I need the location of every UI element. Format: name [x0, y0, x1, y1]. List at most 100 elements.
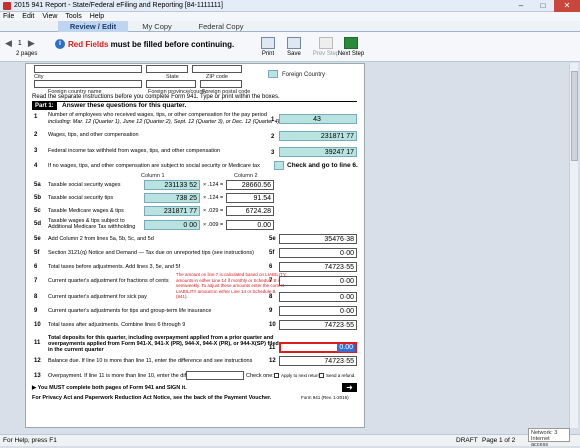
close-button[interactable]: ✕: [554, 0, 580, 12]
minimize-button[interactable]: –: [510, 0, 532, 12]
box-number: 9: [269, 308, 273, 314]
line-8-field[interactable]: 0·00: [279, 292, 357, 302]
line-5d-col1[interactable]: 0 00: [144, 220, 200, 230]
next-step-button[interactable]: Next Step: [337, 37, 365, 57]
foreign-province-field[interactable]: [146, 80, 196, 88]
line-5a-text: Taxable social security wages: [48, 182, 121, 188]
box-number: 10: [269, 322, 276, 328]
help-hint: For Help, press F1: [3, 437, 57, 444]
tab-my-copy[interactable]: My Copy: [128, 21, 186, 32]
line-number: 1: [34, 114, 38, 120]
tab-federal-copy[interactable]: Federal Copy: [186, 21, 256, 32]
page-number[interactable]: 1: [18, 40, 22, 47]
line-2-field[interactable]: 231871 77: [279, 131, 357, 141]
form-revision: Form 941 (Rev. 1-2015): [301, 395, 349, 400]
print-label: Print: [261, 51, 275, 57]
next-step-label: Next Step: [337, 51, 365, 57]
line-8-text: Current quarter's adjustment for sick pa…: [48, 294, 147, 300]
line-12-field: 74723·55: [279, 356, 357, 366]
pages-count: 2 pages: [16, 51, 38, 57]
line-6-field: 74723·55: [279, 262, 357, 272]
network-zone: Internet access: [531, 436, 550, 448]
status-bar: For Help, press F1 DRAFT Page 1 of 2: [0, 434, 580, 446]
line-5c-col2: 6724.28: [226, 206, 274, 216]
line-4-checkbox[interactable]: [274, 161, 284, 170]
foreign-country-field[interactable]: [34, 80, 142, 88]
line-13-field[interactable]: [186, 371, 244, 380]
line-number: 5e: [34, 236, 41, 242]
line-2-text: Wages, tips, and other compensation: [48, 132, 139, 138]
prev-step-button[interactable]: Prev Step: [312, 37, 340, 57]
line-number: 6: [34, 264, 38, 270]
line-5a-col1[interactable]: 231133 52: [144, 180, 200, 190]
line-11-field[interactable]: 0.00: [279, 342, 357, 353]
line-5c-col1[interactable]: 231871 77: [144, 206, 200, 216]
line-5f-text: Section 3121(q) Notice and Demand — Tax …: [48, 250, 254, 256]
vertical-scrollbar[interactable]: [569, 63, 578, 428]
draft-status: DRAFT: [456, 437, 478, 444]
maximize-button[interactable]: □: [532, 0, 554, 12]
window-title: 2015 941 Report - State/Federal eFiling …: [14, 2, 223, 9]
box-number: 8: [269, 294, 273, 300]
line-3-text: Federal income tax withheld from wages, …: [48, 148, 221, 154]
box-number: 6: [269, 264, 273, 270]
toolbar: ◀ 1 ▶ 2 pages i Red Fields must be fille…: [0, 32, 580, 62]
prev-page-icon[interactable]: ◀: [5, 38, 12, 49]
line-number: 10: [34, 322, 41, 328]
apply-next-return-checkbox[interactable]: [274, 373, 279, 378]
line-7-text: Current quarter's adjustment for fractio…: [48, 278, 169, 284]
info-icon: i: [55, 39, 65, 49]
app-icon: [3, 1, 11, 10]
multiplier: × .029 =: [203, 208, 224, 214]
line-5d-text2: Additional Medicare Tax withholding: [48, 224, 136, 230]
state-field[interactable]: [146, 65, 188, 73]
line-7-field[interactable]: 0·00: [279, 276, 357, 286]
multiplier: × .124 =: [203, 195, 224, 201]
line-5a-col2: 28660.56: [226, 180, 274, 190]
red-fields-label: Red Fields: [68, 40, 109, 49]
line-3-field[interactable]: 39247 17: [279, 147, 357, 157]
foreign-country-option: Foreign Country: [282, 72, 326, 78]
line-number: 5c: [34, 208, 41, 214]
save-button[interactable]: Save: [280, 37, 308, 57]
tab-review-edit[interactable]: Review / Edit: [58, 21, 128, 32]
city-field[interactable]: [34, 65, 142, 73]
box-number: 5f: [269, 250, 275, 256]
box-number: 5e: [269, 236, 276, 242]
print-button[interactable]: Print: [254, 37, 282, 57]
line-12-text: Balance due. If line 10 is more than lin…: [48, 358, 253, 364]
menu-view[interactable]: View: [42, 13, 57, 20]
page-status: Page 1 of 2: [482, 437, 516, 444]
line-10-field: 74723·55: [279, 320, 357, 330]
privacy-note: For Privacy Act and Paperwork Reduction …: [32, 395, 272, 401]
line-1-field[interactable]: 43: [279, 114, 357, 124]
part1-title: Answer these questions for this quarter.: [62, 102, 187, 109]
line-9-field[interactable]: 0·00: [279, 306, 357, 316]
next-page-icon[interactable]: ▶: [28, 38, 35, 49]
zip-field[interactable]: [192, 65, 242, 73]
save-label: Save: [287, 51, 301, 57]
line-9-text: Current quarter's adjustments for tips a…: [48, 308, 212, 314]
red-fields-notice: Red Fields must be filled before continu…: [68, 40, 234, 49]
line-number: 8: [34, 294, 38, 300]
menu-help[interactable]: Help: [90, 13, 104, 20]
column-2-header: Column 2: [234, 173, 258, 179]
line-number: 11: [34, 340, 41, 346]
send-refund-checkbox[interactable]: [319, 373, 324, 378]
line-number: 9: [34, 308, 38, 314]
menu-file[interactable]: File: [3, 13, 14, 20]
line-number: 5f: [34, 250, 40, 256]
scroll-thumb[interactable]: [571, 71, 578, 161]
foreign-country-checkbox[interactable]: [268, 70, 278, 78]
line-5e-field: 35476·38: [279, 234, 357, 244]
line-1-text: Number of employees who received wages, …: [48, 112, 267, 118]
menu-tools[interactable]: Tools: [65, 13, 81, 20]
column-1-header: Column 1: [141, 173, 165, 179]
menu-edit[interactable]: Edit: [22, 13, 34, 20]
box-number: 1: [271, 117, 275, 123]
next-step-icon: [344, 37, 358, 49]
foreign-postal-field[interactable]: [200, 80, 242, 88]
line-5b-col1[interactable]: 738 25: [144, 193, 200, 203]
line-5f-field[interactable]: 0·00: [279, 248, 357, 258]
line-5e-text: Add Column 2 from lines 5a, 5b, 5c, and …: [48, 236, 154, 242]
